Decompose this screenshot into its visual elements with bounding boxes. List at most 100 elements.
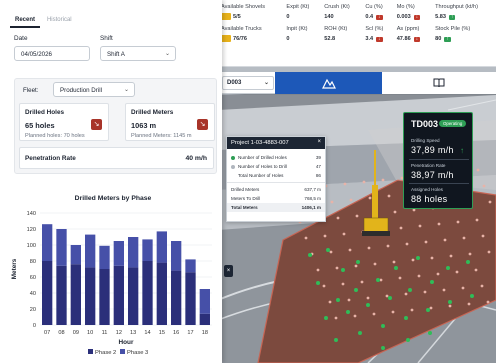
drilled-hole-marker[interactable] — [356, 260, 360, 264]
bar-phase-2 — [142, 261, 153, 325]
close-icon[interactable]: × — [317, 139, 321, 145]
fleet-value: Production Drill — [60, 87, 102, 94]
planned-hole-marker — [404, 292, 408, 296]
drilled-hole-marker[interactable] — [416, 256, 420, 260]
planned-hole-marker — [334, 316, 338, 320]
book-view-button[interactable] — [382, 72, 496, 94]
drilled-hole-marker[interactable] — [426, 308, 430, 312]
date-value: 04/05/2026 — [21, 51, 52, 58]
project-row: Meters To Drill 768,5 m — [231, 196, 321, 201]
bar-phase-3 — [156, 231, 167, 263]
chevron-down-icon: ⌄ — [164, 51, 170, 57]
bar-phase-2 — [56, 265, 67, 325]
shift-label: Shift — [100, 35, 113, 42]
drilled-hole-marker[interactable] — [336, 298, 340, 302]
planned-hole-marker — [367, 246, 371, 250]
planned-hole-marker — [448, 304, 452, 308]
planned-hole-marker — [354, 264, 358, 268]
drilled-hole-marker[interactable] — [341, 268, 345, 272]
drilled-hole-marker[interactable] — [316, 281, 320, 285]
drilled-hole-marker[interactable] — [381, 324, 385, 328]
date-picker[interactable]: 04/05/2026 — [14, 46, 90, 61]
kpi-header: Crush (Kt) — [324, 3, 350, 10]
planned-hole-marker — [373, 262, 377, 266]
terrain-view-button[interactable] — [275, 72, 382, 94]
drilled-hole-marker[interactable] — [334, 338, 338, 342]
planned-hole-marker — [335, 266, 339, 270]
x-tick-label: 07 — [44, 330, 50, 336]
planned-hole-marker — [418, 224, 422, 228]
planned-hole-marker — [488, 200, 492, 204]
planned-hole-marker — [475, 218, 479, 222]
y-tick-label: 0 — [33, 323, 36, 329]
drilled-hole-marker[interactable] — [324, 316, 328, 320]
machine-select[interactable]: D003 ⌄ — [222, 76, 274, 90]
drilled-hole-marker[interactable] — [388, 296, 392, 300]
bar-phase-3 — [199, 289, 210, 314]
planned-hole-marker — [461, 286, 465, 290]
x-tick-label: 15 — [159, 330, 165, 336]
drilled-hole-marker[interactable] — [408, 288, 412, 292]
planned-hole-marker — [316, 268, 320, 272]
planned-hole-marker — [347, 298, 351, 302]
project-row: Drilled Meters 637,7 m — [231, 187, 321, 192]
y-tick-label: 60 — [30, 275, 36, 281]
up-arrow-icon: ↑ — [448, 14, 456, 20]
planned-hole-marker — [468, 252, 472, 256]
planned-hole-marker — [486, 300, 490, 304]
drilled-hole-marker[interactable] — [366, 303, 370, 307]
drilled-hole-marker[interactable] — [358, 331, 362, 335]
chevron-down-icon: ⌄ — [123, 87, 129, 93]
drilled-hole-marker[interactable] — [428, 331, 432, 335]
legend-swatch — [88, 349, 93, 354]
tab-recent[interactable]: Recent — [10, 14, 41, 28]
drilled-hole-marker[interactable] — [346, 310, 350, 314]
trend-down-icon: ↘ — [197, 119, 208, 130]
kpi-table: Available Shovels Expit (Kt) Crush (Kt) … — [218, 0, 496, 67]
shovel-icon — [221, 13, 231, 20]
tab-historical[interactable]: Historical — [42, 14, 77, 26]
drilled-hole-marker[interactable] — [404, 316, 408, 320]
bar-phase-3 — [113, 241, 124, 266]
drilled-hole-marker[interactable] — [446, 266, 450, 270]
holes-value: 88 holes — [411, 194, 448, 204]
drilled-hole-marker[interactable] — [430, 280, 434, 284]
drilled-hole-marker[interactable] — [470, 294, 474, 298]
bar-phase-3 — [128, 237, 139, 268]
kpi-value: 47.86 ↓ — [396, 35, 421, 42]
collapse-panel-button[interactable]: × — [224, 265, 233, 277]
planned-hole-marker — [342, 232, 346, 236]
drilled-hole-marker[interactable] — [376, 278, 380, 282]
kpi-value: 0.003 ↓ — [396, 13, 421, 20]
planned-hole-marker — [476, 168, 480, 172]
planned-hole-marker — [360, 280, 364, 284]
drilled-hole-marker[interactable] — [381, 346, 385, 350]
project-panel: Project 1-03-4883-007 × Number of Drille… — [226, 136, 326, 222]
drilled-hole-marker[interactable] — [448, 300, 452, 304]
drilled-hole-marker[interactable] — [308, 253, 312, 257]
fleet-select[interactable]: Production Drill ⌄ — [53, 82, 135, 97]
drilled-hole-marker[interactable] — [394, 266, 398, 270]
kpi-value: 52.8 — [324, 35, 336, 42]
planned-hole-marker — [411, 258, 415, 262]
project-header: Project 1-03-4883-007 × — [227, 137, 325, 149]
shift-select[interactable]: Shift A ⌄ — [100, 46, 176, 61]
status-dot-icon — [231, 164, 235, 169]
bar-phase-3 — [99, 245, 110, 269]
y-tick-label: 120 — [27, 227, 36, 233]
planned-hole-marker — [399, 226, 403, 230]
down-arrow-icon: ↓ — [413, 14, 421, 20]
drilled-meters-card: Drilled Meters 1063 m Planned Meters: 11… — [125, 103, 215, 141]
card-title: Penetration Rate — [25, 155, 76, 162]
planned-hole-marker — [323, 234, 327, 238]
drilled-hole-marker[interactable] — [326, 248, 330, 252]
drilled-hole-marker[interactable] — [406, 338, 410, 342]
drilled-hole-marker[interactable] — [354, 288, 358, 292]
kpi-value: 140 — [324, 13, 334, 20]
planned-hole-marker — [341, 282, 345, 286]
drilled-hole-marker[interactable] — [466, 260, 470, 264]
bar-phase-2 — [113, 265, 124, 325]
bar-phase-3 — [56, 229, 67, 266]
planned-hole-marker — [392, 260, 396, 264]
planned-hole-marker — [462, 236, 466, 240]
